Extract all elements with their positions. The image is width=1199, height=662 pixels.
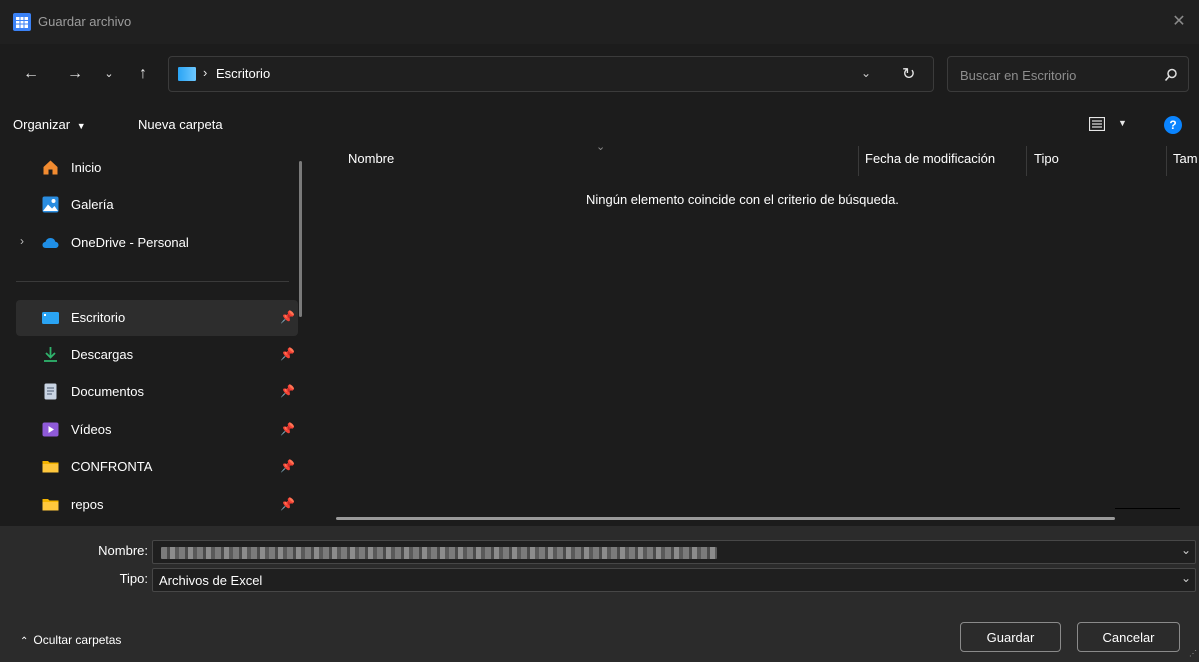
column-divider[interactable]: [1026, 146, 1027, 176]
gallery-icon: [42, 196, 59, 213]
save-options-panel: Nombre: ⌄ Tipo: Archivos de Excel ⌄ ⌃ Ocu…: [0, 526, 1199, 662]
recent-locations-chevron-icon[interactable]: ⌄: [96, 61, 122, 87]
chevron-up-icon: ⌃: [20, 636, 29, 647]
sidebar-item-label: Documentos: [71, 384, 144, 399]
download-icon: [44, 347, 57, 362]
sidebar-item-documentos[interactable]: Documentos 📌: [16, 374, 298, 410]
desktop-icon: [178, 67, 196, 81]
column-header-name[interactable]: Nombre: [348, 151, 394, 166]
sidebar-item-onedrive[interactable]: › OneDrive - Personal: [16, 225, 298, 261]
file-name-label: Nombre:: [98, 543, 148, 558]
command-bar: Organizar ▼ Nueva carpeta ▼ ?: [0, 106, 1199, 144]
sort-chevron-icon: ⌄: [596, 141, 606, 153]
excel-app-icon: [13, 13, 31, 31]
desktop-icon: [42, 312, 59, 324]
search-input[interactable]: [958, 65, 1148, 85]
breadcrumb-separator: ›: [203, 65, 208, 80]
address-history-chevron-icon[interactable]: ⌄: [861, 66, 871, 80]
sidebar-item-inicio[interactable]: Inicio: [16, 150, 298, 186]
resize-grip-icon[interactable]: ⋰: [1189, 649, 1197, 658]
search-icon[interactable]: [1164, 68, 1178, 82]
scrollbar-track-edge: [1115, 508, 1180, 509]
close-icon[interactable]: ✕: [1168, 11, 1190, 33]
sidebar-item-label: repos: [71, 497, 104, 512]
sidebar-item-label: Inicio: [71, 160, 102, 175]
sidebar-item-label: OneDrive - Personal: [71, 235, 189, 250]
sidebar-item-label: Galería: [71, 197, 114, 212]
sidebar-item-label: Descargas: [71, 347, 134, 362]
search-box: [947, 56, 1189, 92]
cancel-button[interactable]: Cancelar: [1077, 622, 1180, 652]
new-folder-button[interactable]: Nueva carpeta: [138, 117, 223, 132]
horizontal-scrollbar[interactable]: [336, 517, 1115, 520]
file-name-field[interactable]: ⌄: [152, 540, 1196, 564]
save-button[interactable]: Guardar: [960, 622, 1061, 652]
file-type-value: Archivos de Excel: [159, 573, 263, 588]
sidebar-item-escritorio[interactable]: Escritorio 📌: [16, 300, 298, 336]
organize-button[interactable]: Organizar ▼: [13, 117, 86, 132]
navigation-pane: Inicio Galería › OneDrive - Personal Esc…: [8, 146, 304, 526]
column-divider[interactable]: [858, 146, 859, 176]
document-icon: [44, 383, 57, 400]
sidebar-scrollbar[interactable]: [299, 161, 302, 317]
caret-down-icon: ▼: [76, 121, 86, 131]
expand-chevron-icon[interactable]: ›: [20, 234, 24, 248]
column-divider[interactable]: [1166, 146, 1167, 176]
empty-state-message: Ningún elemento coincide con el criterio…: [586, 192, 899, 207]
view-options-icon[interactable]: [1089, 117, 1105, 131]
sidebar-item-label: CONFRONTA: [71, 459, 153, 474]
pin-icon[interactable]: 📌: [280, 384, 295, 398]
title-bar: Guardar archivo ✕: [0, 0, 1199, 44]
sidebar-item-videos[interactable]: Vídeos 📌: [16, 412, 298, 448]
help-icon[interactable]: ?: [1164, 116, 1182, 134]
pin-icon[interactable]: 📌: [280, 310, 295, 324]
sidebar-item-label: Escritorio: [71, 310, 126, 325]
file-type-label: Tipo:: [119, 571, 148, 586]
pin-icon[interactable]: 📌: [280, 497, 295, 511]
window-title: Guardar archivo: [38, 14, 132, 29]
video-icon: [42, 422, 59, 437]
pin-icon[interactable]: 📌: [280, 459, 295, 473]
sidebar-item-descargas[interactable]: Descargas 📌: [16, 337, 298, 373]
hide-folders-button[interactable]: ⌃ Ocultar carpetas: [20, 633, 121, 647]
sidebar-item-repos[interactable]: repos 📌: [16, 487, 298, 523]
cloud-icon: [42, 238, 59, 248]
sidebar-item-galeria[interactable]: Galería: [16, 187, 298, 223]
folder-icon: [42, 461, 59, 473]
file-name-chevron-icon[interactable]: ⌄: [1181, 543, 1191, 557]
file-list: ⌄ Nombre Fecha de modificación Tipo Tam …: [314, 141, 1199, 526]
up-icon[interactable]: ↑: [130, 61, 156, 87]
forward-icon[interactable]: →: [62, 61, 88, 87]
file-type-chevron-icon[interactable]: ⌄: [1181, 571, 1191, 585]
pin-icon[interactable]: 📌: [280, 347, 295, 361]
sidebar-item-confronta[interactable]: CONFRONTA 📌: [16, 449, 298, 485]
column-header-date[interactable]: Fecha de modificación: [865, 151, 995, 166]
sidebar-item-label: Vídeos: [71, 422, 112, 437]
sidebar-divider: [16, 281, 289, 282]
column-header-size[interactable]: Tam: [1173, 151, 1198, 166]
redacted-file-name: [161, 547, 717, 559]
pin-icon[interactable]: 📌: [280, 422, 295, 436]
refresh-icon[interactable]: ↻: [902, 64, 915, 84]
breadcrumb-escritorio[interactable]: Escritorio: [216, 66, 270, 81]
file-type-select[interactable]: Archivos de Excel ⌄: [152, 568, 1196, 592]
back-icon[interactable]: ←: [18, 61, 44, 87]
home-icon: [43, 160, 58, 175]
folder-icon: [42, 499, 59, 511]
view-options-caret-icon[interactable]: ▼: [1118, 118, 1127, 128]
address-bar[interactable]: › Escritorio ⌄ ↻: [168, 56, 934, 92]
column-header-type[interactable]: Tipo: [1034, 151, 1059, 166]
